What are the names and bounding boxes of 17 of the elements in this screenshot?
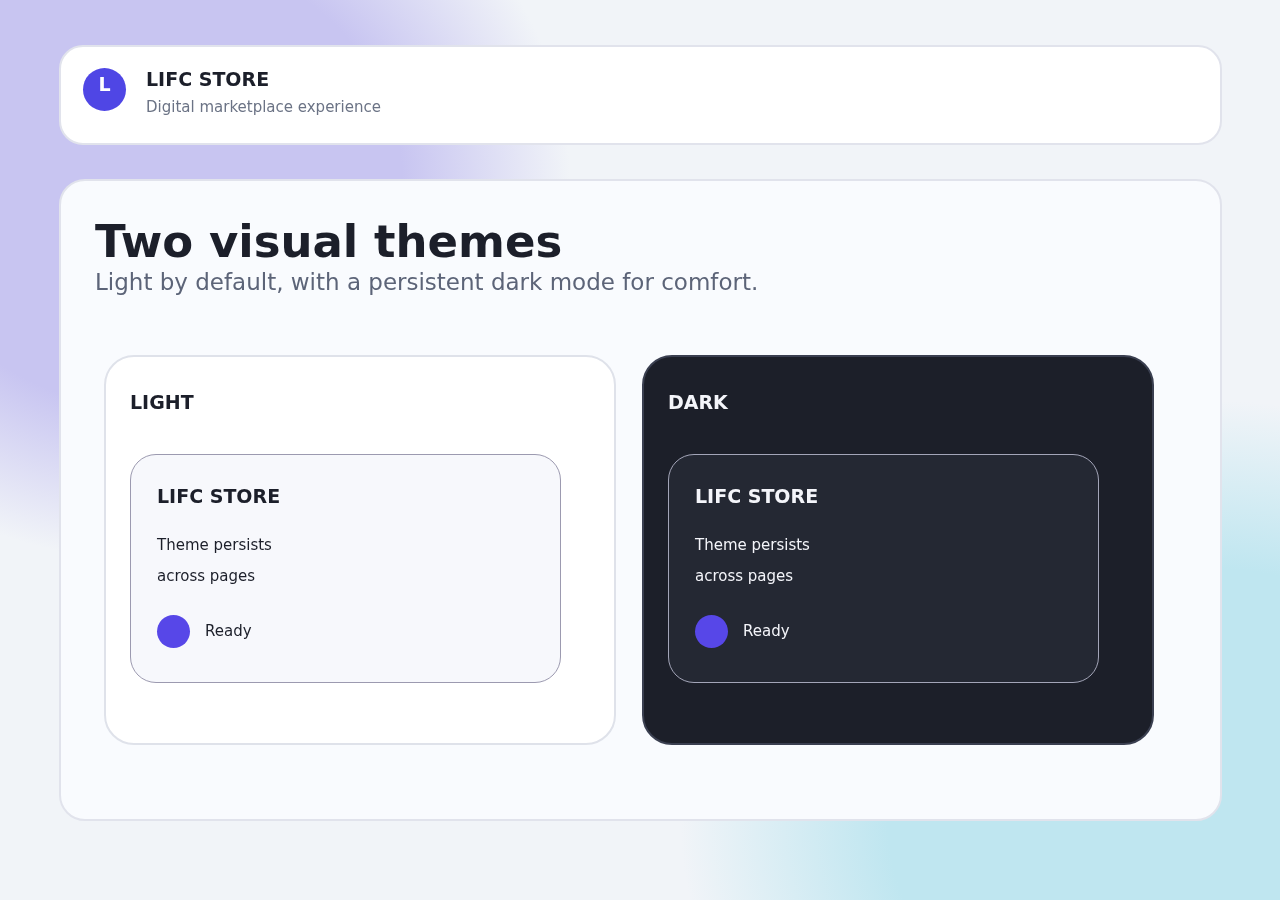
page-subtitle: Light by default, with a persistent dark mode for comfort. [95, 269, 760, 297]
status-text: Ready [743, 622, 790, 641]
preview-store-name: LIFC STORE [157, 484, 282, 507]
preview-text: Theme persists [157, 535, 273, 554]
store-name: LIFC STORE [146, 68, 271, 90]
preview-text: across pages [157, 566, 257, 585]
status-text: Ready [205, 622, 252, 641]
theme-label: DARK [668, 390, 729, 413]
status-dot [695, 614, 728, 648]
status-dot [157, 614, 190, 648]
preview-store-name: LIFC STORE [695, 484, 820, 507]
theme-label: LIGHT [130, 390, 195, 413]
logo-badge: L [83, 68, 126, 111]
preview-text: Theme persists [695, 535, 811, 554]
store-tagline: Digital marketplace experience [146, 98, 381, 116]
preview-text: across pages [695, 566, 795, 585]
page-title: Two visual themes [95, 215, 564, 269]
